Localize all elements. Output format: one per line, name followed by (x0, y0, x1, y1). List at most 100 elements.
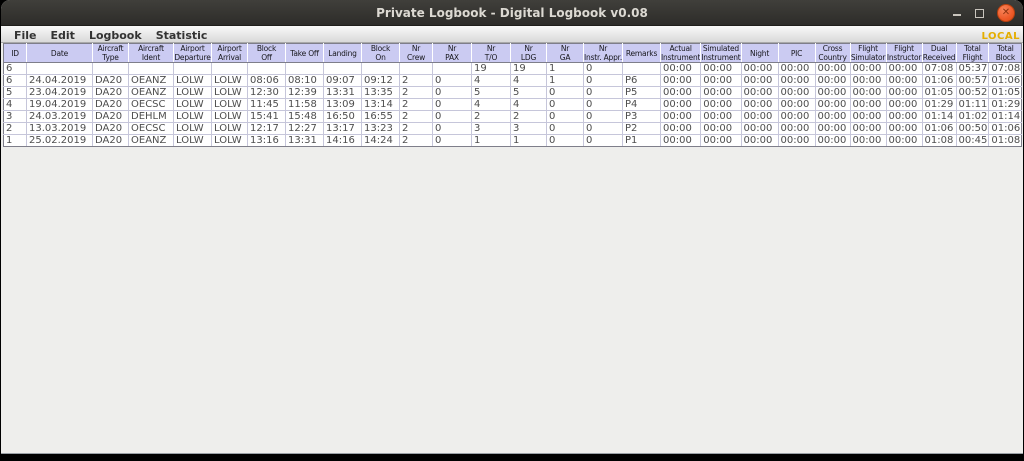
table-cell[interactable]: 00:00 (850, 87, 886, 99)
table-cell[interactable]: 6 (4, 63, 27, 75)
table-cell[interactable]: 00:00 (850, 111, 886, 123)
table-cell[interactable]: 2 (400, 75, 433, 87)
table-cell[interactable]: 2 (400, 99, 433, 111)
table-cell[interactable]: 12:27 (286, 123, 324, 135)
table-cell[interactable]: 0 (584, 135, 623, 147)
close-icon[interactable]: ✕ (997, 4, 1015, 22)
column-header[interactable]: PIC (778, 44, 815, 63)
column-header[interactable]: Nr PAX (433, 44, 472, 63)
table-cell[interactable]: 00:00 (886, 75, 922, 87)
table-cell[interactable]: LOLW (174, 99, 212, 111)
column-header[interactable]: Airport Arrival (212, 44, 248, 63)
table-cell[interactable]: LOLW (212, 123, 248, 135)
table-cell[interactable]: 14:16 (324, 135, 362, 147)
menu-item-statistic[interactable]: Statistic (149, 29, 215, 42)
table-cell[interactable] (248, 63, 286, 75)
table-cell[interactable]: 01:11 (956, 99, 989, 111)
column-header[interactable]: Take Off (286, 44, 324, 63)
table-cell[interactable]: 00:52 (956, 87, 989, 99)
table-cell[interactable]: 00:00 (886, 123, 922, 135)
table-cell[interactable]: 00:00 (661, 99, 701, 111)
table-cell[interactable]: 0 (584, 111, 623, 123)
table-cell[interactable]: 4 (4, 99, 27, 111)
table-cell[interactable]: 00:00 (778, 123, 815, 135)
table-cell[interactable]: 01:29 (922, 99, 956, 111)
table-cell[interactable]: 0 (433, 99, 472, 111)
table-cell[interactable]: 00:00 (701, 111, 741, 123)
table-cell[interactable]: LOLW (212, 75, 248, 87)
table-cell[interactable]: P4 (623, 99, 661, 111)
table-cell[interactable]: 0 (433, 87, 472, 99)
table-cell[interactable]: P3 (623, 111, 661, 123)
table-cell[interactable]: 1 (547, 63, 584, 75)
table-cell[interactable]: 00:00 (661, 63, 701, 75)
table-cell[interactable]: 01:14 (922, 111, 956, 123)
table-cell[interactable]: 4 (472, 75, 511, 87)
column-header[interactable]: Airport Departure (174, 44, 212, 63)
table-cell[interactable]: 12:17 (248, 123, 286, 135)
table-cell[interactable]: 1 (547, 75, 584, 87)
column-header[interactable]: Nr Instr. Appr. (584, 44, 623, 63)
table-cell[interactable] (433, 63, 472, 75)
table-cell[interactable] (27, 63, 93, 75)
table-cell[interactable]: 00:00 (701, 87, 741, 99)
table-cell[interactable]: P5 (623, 87, 661, 99)
table-cell[interactable]: 0 (433, 111, 472, 123)
table-cell[interactable] (212, 63, 248, 75)
table-cell[interactable]: 12:30 (248, 87, 286, 99)
table-cell[interactable]: 00:57 (956, 75, 989, 87)
table-cell[interactable]: 2 (4, 123, 27, 135)
table-cell[interactable]: 2 (400, 87, 433, 99)
table-cell[interactable]: 01:06 (989, 123, 1022, 135)
maximize-icon[interactable] (975, 9, 984, 18)
table-cell[interactable]: 2 (400, 111, 433, 123)
column-header[interactable]: Remarks (623, 44, 661, 63)
table-cell[interactable]: 01:06 (989, 75, 1022, 87)
table-cell[interactable]: 00:00 (701, 75, 741, 87)
table-cell[interactable]: 13:31 (286, 135, 324, 147)
table-cell[interactable]: 19 (472, 63, 511, 75)
table-cell[interactable]: DA20 (93, 75, 129, 87)
table-cell[interactable]: LOLW (212, 87, 248, 99)
table-cell[interactable]: 00:00 (850, 123, 886, 135)
table-cell[interactable]: 19 (511, 63, 547, 75)
table-cell[interactable] (623, 63, 661, 75)
table-cell[interactable]: LOLW (174, 75, 212, 87)
table-cell[interactable]: 16:50 (324, 111, 362, 123)
table-cell[interactable]: 0 (584, 99, 623, 111)
table-cell[interactable]: 19.04.2019 (27, 99, 93, 111)
table-cell[interactable]: 13:09 (324, 99, 362, 111)
table-cell[interactable]: 3 (511, 123, 547, 135)
table-cell[interactable]: OEANZ (129, 135, 174, 147)
table-cell[interactable]: OECSC (129, 123, 174, 135)
table-cell[interactable]: 0 (547, 111, 584, 123)
table-cell[interactable]: 09:07 (324, 75, 362, 87)
table-cell[interactable]: LOLW (212, 135, 248, 147)
minimize-icon[interactable] (952, 8, 962, 18)
table-cell[interactable]: 00:00 (886, 87, 922, 99)
table-cell[interactable]: 00:00 (815, 87, 850, 99)
table-cell[interactable] (93, 63, 129, 75)
table-cell[interactable]: 00:00 (886, 135, 922, 147)
table-cell[interactable]: 00:00 (778, 111, 815, 123)
table-cell[interactable]: OEANZ (129, 75, 174, 87)
table-cell[interactable]: LOLW (174, 87, 212, 99)
table-cell[interactable]: 00:00 (815, 135, 850, 147)
table-cell[interactable]: 11:45 (248, 99, 286, 111)
column-header[interactable]: Flight Instructor (886, 44, 922, 63)
table-cell[interactable]: 16:55 (362, 111, 400, 123)
menu-item-logbook[interactable]: Logbook (82, 29, 149, 42)
table-cell[interactable]: 00:50 (956, 123, 989, 135)
table-cell[interactable]: 0 (547, 99, 584, 111)
table-cell[interactable]: DA20 (93, 135, 129, 147)
table-cell[interactable]: 0 (584, 123, 623, 135)
table-cell[interactable]: 2 (400, 123, 433, 135)
table-cell[interactable]: 07:08 (922, 63, 956, 75)
table-cell[interactable]: LOLW (212, 111, 248, 123)
table-cell[interactable]: 15:41 (248, 111, 286, 123)
table-cell[interactable]: 08:10 (286, 75, 324, 87)
column-header[interactable]: Nr Crew (400, 44, 433, 63)
table-cell[interactable] (286, 63, 324, 75)
table-cell[interactable]: 4 (472, 99, 511, 111)
column-header[interactable]: Nr LDG (511, 44, 547, 63)
